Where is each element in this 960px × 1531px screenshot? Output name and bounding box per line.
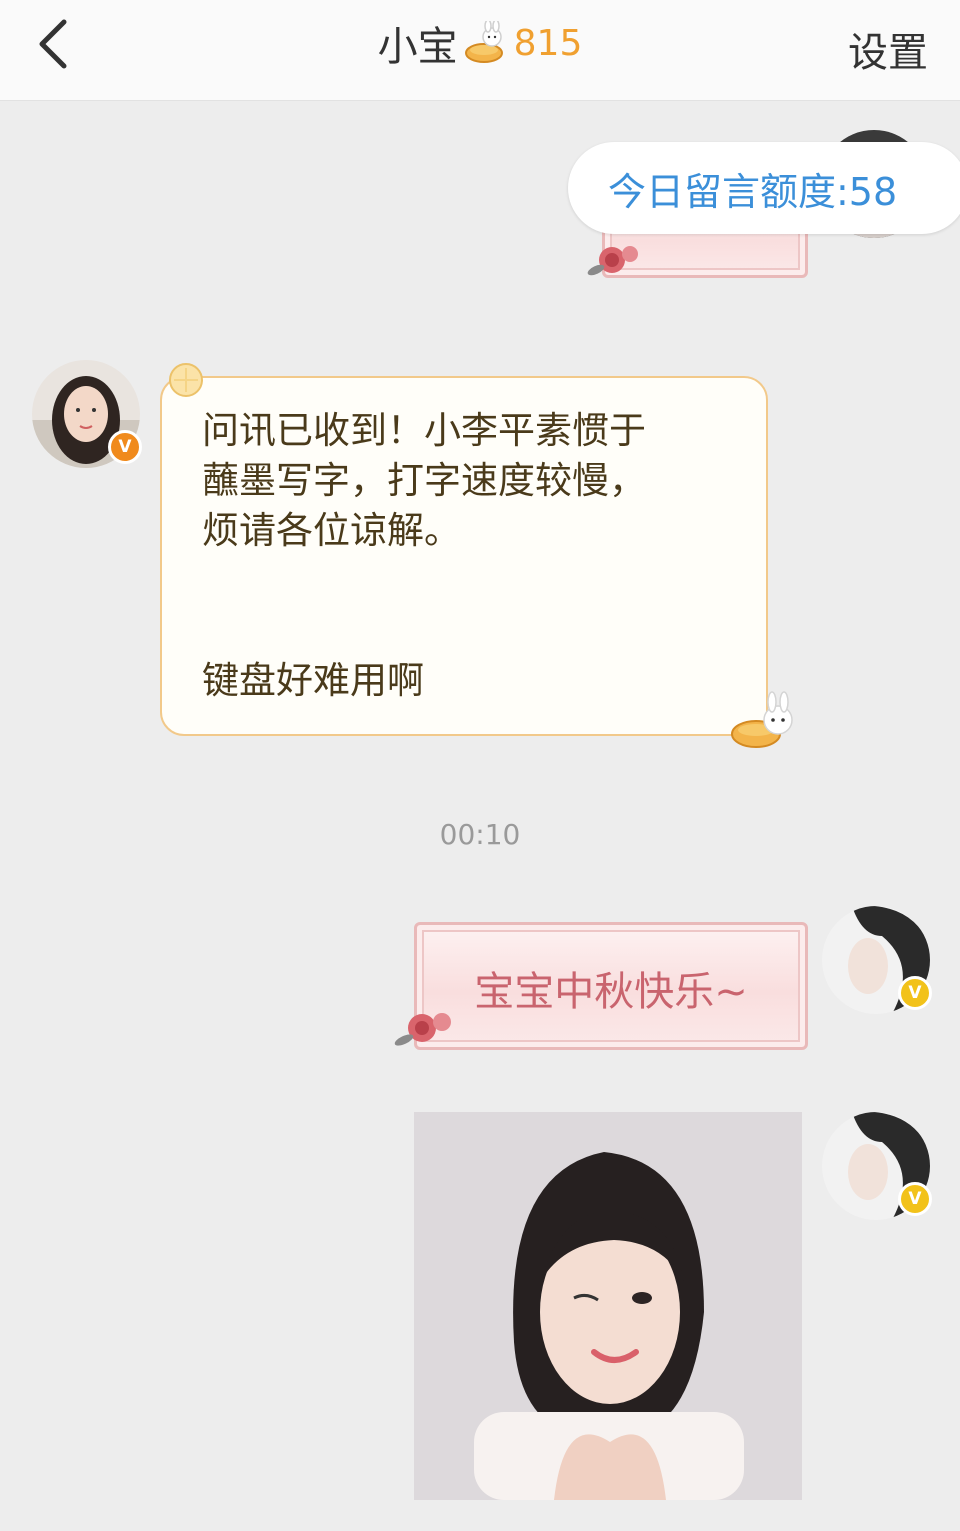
message-timestamp: 00:10 (439, 818, 521, 851)
verified-v-icon: V (898, 976, 932, 1010)
title-badge-count: 815 (513, 22, 583, 64)
mooncake-decoration-icon (169, 363, 203, 397)
quota-text: 今日留言额度:58 (608, 169, 898, 214)
my-avatar[interactable]: V (822, 906, 932, 1014)
chat-title: 小宝 815 (0, 18, 960, 70)
sent-message-bubble[interactable]: 宝宝中秋快乐~ (414, 922, 808, 1050)
bunny-mooncake-icon (464, 21, 503, 63)
sent-photo[interactable] (414, 1112, 802, 1500)
verified-v-icon: V (108, 430, 142, 464)
top-bar: 小宝 815 设置 (0, 0, 960, 101)
received-message-bubble[interactable]: 问讯已收到！小李平素惯于 蘸墨写字，打字速度较慢， 烦请各位谅解。 键盘好难用啊 (160, 376, 768, 736)
received-message-text: 问讯已收到！小李平素惯于 蘸墨写字，打字速度较慢， 烦请各位谅解。 键盘好难用啊 (202, 409, 646, 702)
rose-decoration-icon (587, 246, 638, 276)
quota-banner: 今日留言额度:58 (568, 142, 960, 234)
bunny-mooncake-icon (731, 691, 793, 748)
settings-button[interactable]: 设置 (848, 20, 928, 78)
rose-decoration-icon (394, 1013, 451, 1046)
sent-message-text: 宝宝中秋快乐~ (474, 969, 748, 1015)
contact-name: 小宝 (377, 24, 458, 70)
contact-avatar[interactable]: V (32, 360, 142, 468)
my-avatar[interactable]: V (822, 1112, 932, 1220)
verified-v-icon: V (898, 1182, 932, 1216)
